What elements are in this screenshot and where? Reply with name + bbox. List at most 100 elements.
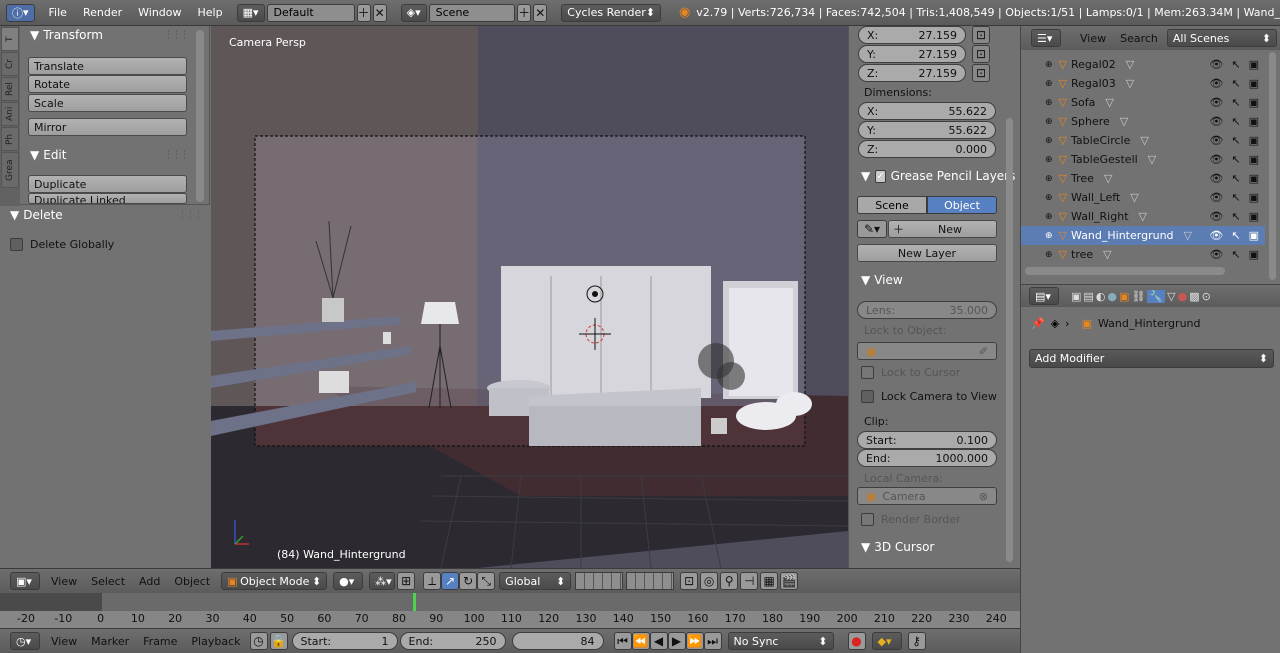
move-manipulator-icon[interactable]: ↗ [441,572,460,590]
opengl-render-icon[interactable]: ▦ [760,572,779,590]
outliner-row[interactable]: ⊕ ▽ Tree ▽ 👁 ↖ ▣ [1021,169,1265,188]
mode-dropdown[interactable]: ▣ Object Mode ⬍ [221,572,328,590]
add-modifier-dropdown[interactable]: Add Modifier ⬍ [1029,349,1274,368]
render-layers-tab-icon[interactable]: ▤ [1083,290,1093,303]
duplicate-linked-button[interactable]: Duplicate Linked [28,193,187,204]
expand-icon[interactable]: ⊕ [1045,79,1053,89]
lock-camera-checkbox[interactable]: Lock Camera to View [861,390,997,403]
expand-icon[interactable]: ⊕ [1045,117,1053,127]
properties-editor-type[interactable]: ▤▾ [1029,287,1059,305]
render-engine-dropdown[interactable]: Cycles Render ⬍ [561,3,661,22]
object-name[interactable]: Wand_Hintergrund [1071,229,1174,242]
shelf-scrollbar[interactable] [196,30,204,202]
outliner-search-menu[interactable]: Search [1113,32,1165,45]
jump-start-icon[interactable]: ⏮ [613,632,632,650]
rotate-manipulator-icon[interactable]: ↻ [459,572,478,590]
render-tab-icon[interactable]: ▣ [1071,290,1081,303]
render-camera-icon[interactable]: ▣ [1249,58,1259,71]
play-reverse-icon[interactable]: ◀ [649,632,668,650]
expand-icon[interactable]: ⊕ [1045,174,1053,184]
current-frame-field[interactable]: 84 [511,632,604,650]
lock-z-icon[interactable]: ⊡ [972,64,990,82]
add-layout-button[interactable]: ＋ [356,3,371,22]
screen-layout-field[interactable]: Default [266,3,355,22]
outliner-row[interactable]: ⊕ ▽ Sofa ▽ 👁 ↖ ▣ [1021,93,1265,112]
layer-buttons-a[interactable] [575,572,624,590]
render-camera-icon[interactable]: ▣ [1249,153,1259,166]
menu-object[interactable]: Object [167,575,217,588]
transform-panel-header[interactable]: ▼ Transform ⋮⋮⋮ [30,28,189,42]
render-camera-icon[interactable]: ▣ [1249,115,1259,128]
visibility-eye-icon[interactable]: 👁 [1209,134,1223,147]
npanel-scrollbar[interactable] [1006,118,1013,562]
new-layer-button[interactable]: New Layer [857,244,997,262]
location-z-field[interactable]: Z: 27.159 [858,64,966,82]
object-name[interactable]: Sphere [1071,115,1110,128]
keying-set-dropdown[interactable]: ◆▾ [871,632,902,650]
tab-animation[interactable]: Ani [1,102,19,126]
timeline-playback-menu[interactable]: Playback [184,635,247,648]
gp-pencil-icon[interactable]: ✎▾ [857,220,887,238]
jump-keyframe-forward-icon[interactable]: ⏩ [685,632,704,650]
add-scene-button[interactable]: ＋ [517,3,532,22]
object-name[interactable]: tree [1071,248,1093,261]
view-panel-header[interactable]: ▼ View [861,273,903,287]
physics-tab-icon[interactable]: ⊙ [1202,290,1211,303]
pivot-dropdown[interactable]: ⁂▾ [369,572,396,590]
gp-object-button[interactable]: Object [927,196,997,214]
material-tab-icon[interactable]: ● [1178,290,1188,303]
expand-icon[interactable]: ⊕ [1045,136,1053,146]
shading-dropdown[interactable]: ●▾ [333,572,364,590]
expand-icon[interactable]: ⊕ [1045,212,1053,222]
tab-grease-pencil[interactable]: Grea [1,152,19,188]
timeline-frame-menu[interactable]: Frame [136,635,184,648]
preview-range-icon[interactable]: ◷ [249,632,268,650]
keyframe-icon[interactable]: ⚷ [907,632,926,650]
expand-icon[interactable]: ⊕ [1045,155,1053,165]
scene-selector[interactable]: ◈ ▾ [400,3,427,22]
outliner-row[interactable]: ⊕ ▽ Wall_Right ▽ 👁 ↖ ▣ [1021,207,1265,226]
expand-icon[interactable]: ⊕ [1045,98,1053,108]
dimension-y-field[interactable]: Y: 55.622 [858,121,996,139]
menu-file[interactable]: File [41,6,75,19]
select-arrow-icon[interactable]: ↖ [1231,229,1240,242]
render-camera-icon[interactable]: ▣ [1249,172,1259,185]
grease-pencil-panel-header[interactable]: ▼ ✓ Grease Pencil Layers [861,169,1015,183]
snap-target-icon[interactable]: ⊣ [740,572,759,590]
object-name[interactable]: TableGestell [1071,153,1138,166]
screen-layout-selector[interactable]: ▦ ▾ [236,3,265,22]
layer-buttons-b[interactable] [626,572,675,590]
render-camera-icon[interactable]: ▣ [1249,96,1259,109]
play-icon[interactable]: ▶ [667,632,686,650]
manipulator-toggle[interactable]: ⊞ [397,572,416,590]
location-x-field[interactable]: X: 27.159 [858,26,966,44]
outliner-row[interactable]: ⊕ ▽ Sphere ▽ 👁 ↖ ▣ [1021,112,1265,131]
gp-scene-button[interactable]: Scene [857,196,927,214]
object-name[interactable]: Tree [1071,172,1094,185]
select-arrow-icon[interactable]: ↖ [1231,172,1240,185]
delete-globally-checkbox[interactable]: Delete Globally [10,238,114,251]
lock-y-icon[interactable]: ⊡ [972,45,990,63]
tab-tools[interactable]: T [1,27,19,51]
timeline[interactable]: -20 -10 0 10 20 30 40 50 60 70 80 90 100 110 120 130 140… [0,593,1020,628]
current-frame-marker[interactable] [412,593,416,611]
scene-tab-icon[interactable]: ◐ [1096,290,1106,303]
translate-manipulator-icon[interactable]: ⟂ [423,572,442,590]
menu-select[interactable]: Select [84,575,132,588]
expand-icon[interactable]: ⊕ [1045,250,1053,260]
select-arrow-icon[interactable]: ↖ [1231,191,1240,204]
outliner-scrollbar[interactable] [1269,52,1276,280]
select-arrow-icon[interactable]: ↖ [1231,96,1240,109]
end-frame-field[interactable]: End: 250 [399,632,506,650]
render-animation-icon[interactable]: 🎬 [780,572,799,590]
lens-field[interactable]: Lens: 35.000 [857,301,997,319]
editor-type-button[interactable]: ▣▾ [10,572,40,590]
object-name[interactable]: Regal02 [1071,58,1116,71]
outliner-row[interactable]: ⊕ ▽ Wand_Hintergrund ▽ 👁 ↖ ▣ [1021,226,1265,245]
pin-icon[interactable]: 📌 [1031,317,1045,330]
clip-end-field[interactable]: End: 1000.000 [857,449,997,467]
duplicate-button[interactable]: Duplicate [28,175,187,193]
proportional-edit-icon[interactable]: ◎ [700,572,719,590]
select-arrow-icon[interactable]: ↖ [1231,115,1240,128]
outliner-view-menu[interactable]: View [1073,32,1113,45]
